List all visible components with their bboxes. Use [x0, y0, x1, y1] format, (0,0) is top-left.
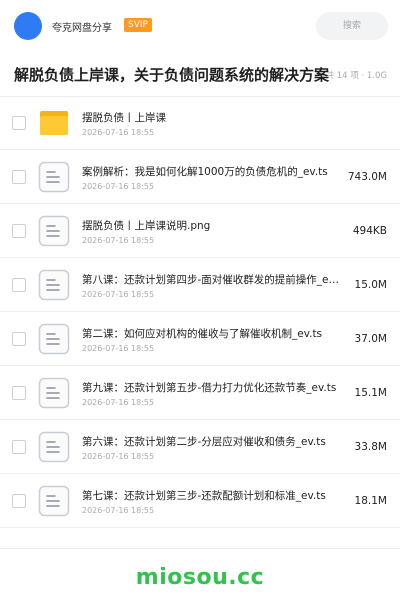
file-date: 2026-07-16 18:55: [82, 236, 155, 245]
document-icon: [38, 431, 70, 463]
file-row[interactable]: 摆脱负债丨上岸课说明.png 2026-07-16 18:55 494KB: [0, 204, 400, 258]
share-meta: 共 14 项 · 1.0G: [325, 71, 387, 81]
file-name: 第二课：如何应对机构的催收与了解催收机制_ev.ts: [82, 328, 323, 340]
file-date: 2026-07-16 18:55: [82, 344, 155, 353]
file-row[interactable]: 第九课：还款计划第五步-借力打力优化还款节奏_ev.ts 2026-07-16 1…: [0, 366, 400, 420]
file-name: 第七课：还款计划第三步-还款配额计划和标准_ev.ts: [82, 490, 326, 502]
file-date: 2026-07-16 18:55: [82, 290, 155, 299]
select-checkbox[interactable]: [12, 332, 26, 346]
file-name: 第九课：还款计划第五步-借力打力优化还款节奏_ev.ts: [82, 382, 337, 394]
avatar[interactable]: [14, 12, 42, 40]
file-list: 摆脱负债丨上岸课 2026-07-16 18:55 案例解析：我是如何化解1000万…: [0, 96, 400, 528]
file-size: 37.0M: [354, 333, 387, 345]
file-date: 2026-07-16 18:55: [82, 128, 155, 137]
file-date: 2026-07-16 18:55: [82, 398, 155, 407]
file-size: 18.1M: [354, 495, 387, 507]
file-row[interactable]: 第七课：还款计划第三步-还款配额计划和标准_ev.ts 2026-07-16 18…: [0, 474, 400, 528]
brand-watermark: miosou.cc: [135, 565, 265, 590]
file-row[interactable]: 第八课：还款计划第四步-面对催收群发的提前操作_ev.ts 2026-07-16 …: [0, 258, 400, 312]
share-title-bar: 共 14 项 · 1.0G 解脱负债上岸课，关于负债问题系统的解决方案: [0, 52, 400, 97]
file-name: 案例解析：我是如何化解1000万的负债危机的_ev.ts: [82, 166, 328, 178]
file-name: 第六课：还款计划第二步-分层应对催收和债务_ev.ts: [82, 436, 326, 448]
file-name: 摆脱负债丨上岸课: [82, 112, 166, 124]
app-name: 夸克网盘分享: [52, 23, 112, 34]
select-checkbox[interactable]: [12, 170, 26, 184]
file-date: 2026-07-16 18:55: [82, 506, 155, 515]
file-size: 15.1M: [354, 387, 387, 399]
file-date: 2026-07-16 18:55: [82, 182, 155, 191]
select-checkbox[interactable]: [12, 224, 26, 238]
page-title: 解脱负债上岸课，关于负债问题系统的解决方案: [14, 64, 330, 85]
search-button[interactable]: 搜索: [316, 12, 388, 40]
top-bar: 夸克网盘分享 SVIP 搜索: [0, 0, 400, 52]
file-date: 2026-07-16 18:55: [82, 452, 155, 461]
file-row[interactable]: 第六课：还款计划第二步-分层应对催收和债务_ev.ts 2026-07-16 18…: [0, 420, 400, 474]
document-icon: [38, 161, 70, 193]
document-icon: [38, 215, 70, 247]
file-name: 第八课：还款计划第四步-面对催收群发的提前操作_ev.ts: [82, 274, 340, 286]
document-icon: [38, 269, 70, 301]
folder-icon: [38, 107, 70, 139]
file-name: 摆脱负债丨上岸课说明.png: [82, 220, 211, 232]
svip-badge: SVIP: [124, 18, 152, 32]
select-checkbox[interactable]: [12, 116, 26, 130]
file-row[interactable]: 第二课：如何应对机构的催收与了解催收机制_ev.ts 2026-07-16 18:…: [0, 312, 400, 366]
select-checkbox[interactable]: [12, 440, 26, 454]
file-size: 743.0M: [347, 171, 387, 183]
document-icon: [38, 485, 70, 517]
document-icon: [38, 323, 70, 355]
file-size: 494KB: [352, 225, 387, 237]
document-icon: [38, 377, 70, 409]
file-row[interactable]: 案例解析：我是如何化解1000万的负债危机的_ev.ts 2026-07-16 1…: [0, 150, 400, 204]
select-checkbox[interactable]: [12, 278, 26, 292]
footer: miosou.cc: [0, 548, 400, 601]
select-checkbox[interactable]: [12, 494, 26, 508]
file-size: 33.8M: [354, 441, 387, 453]
select-checkbox[interactable]: [12, 386, 26, 400]
file-row[interactable]: 摆脱负债丨上岸课 2026-07-16 18:55: [0, 96, 400, 150]
file-size: 15.0M: [354, 279, 387, 291]
